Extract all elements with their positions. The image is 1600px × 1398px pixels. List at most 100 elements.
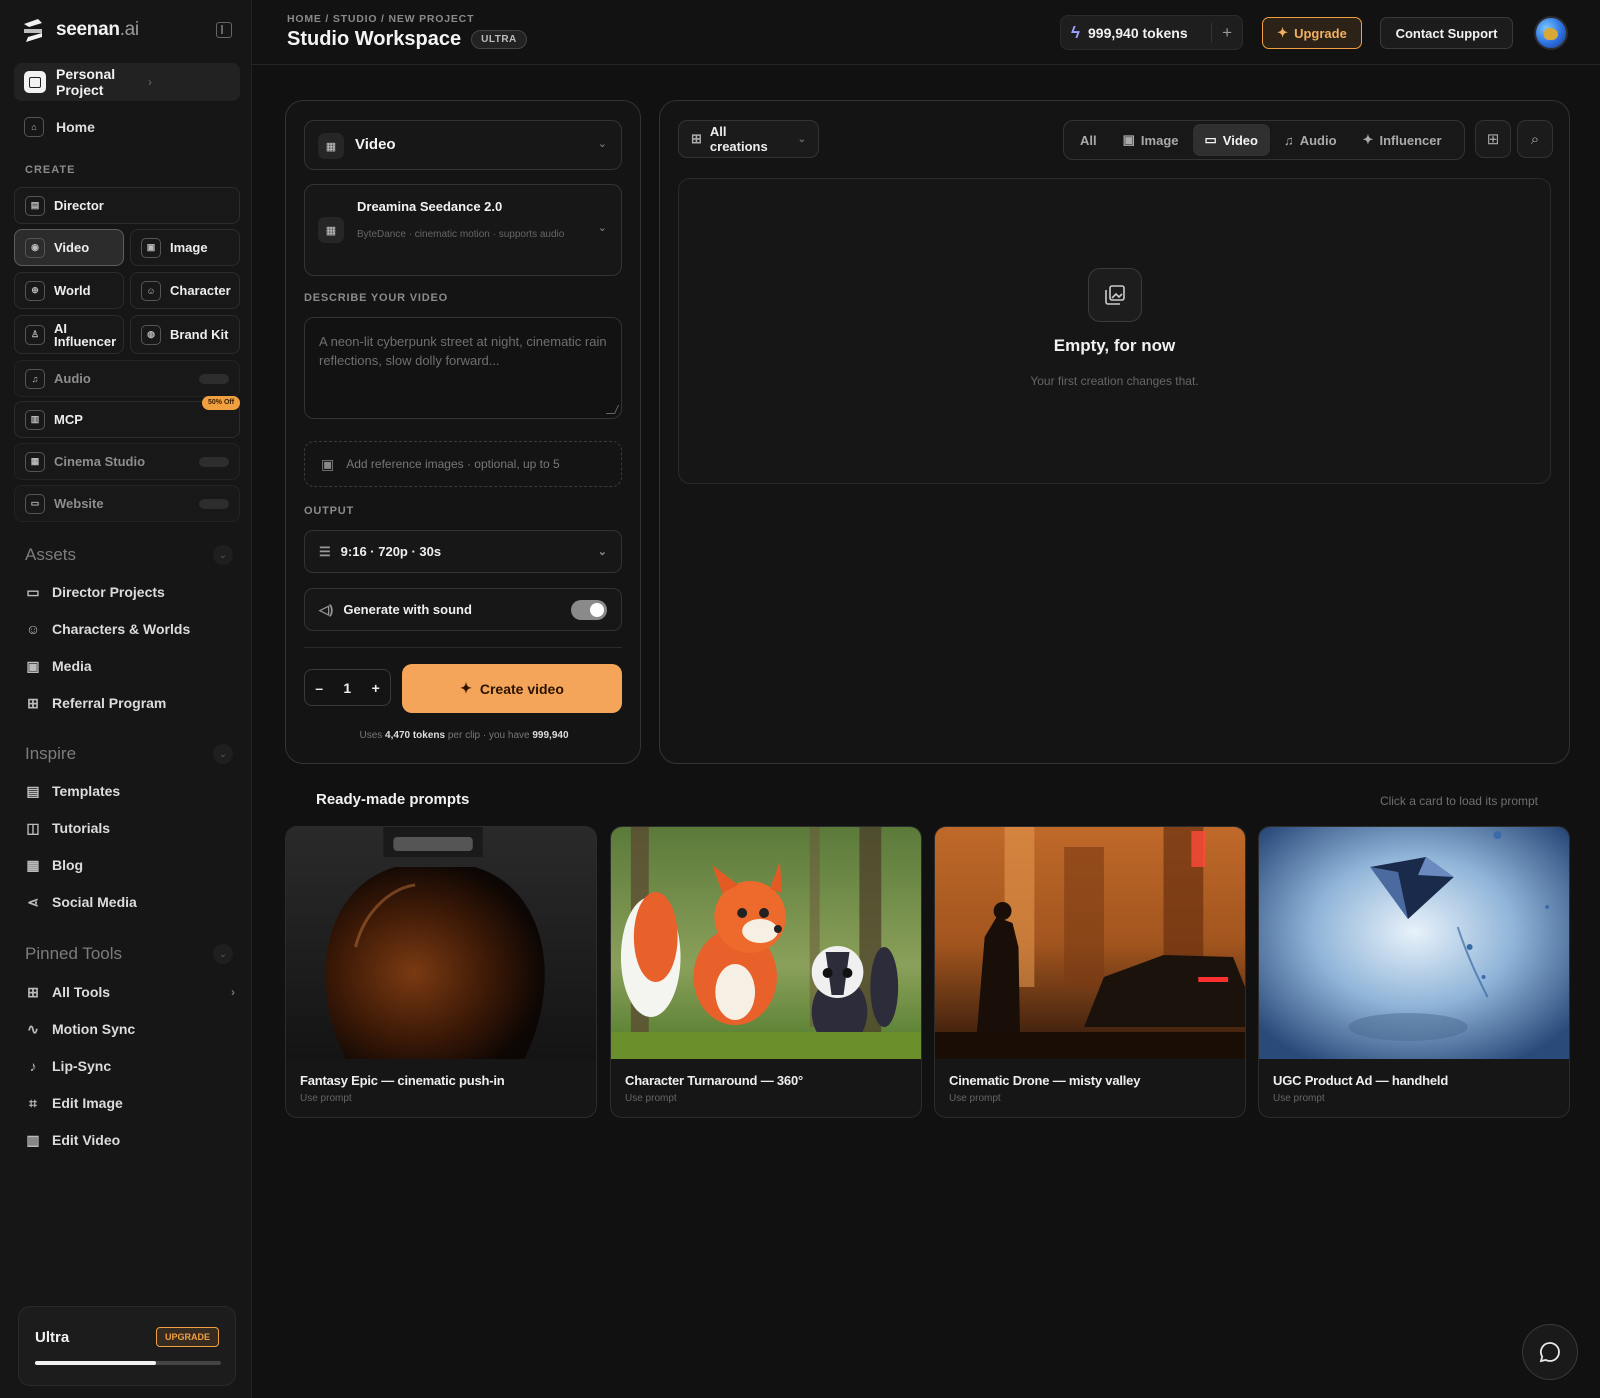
link-motion-sync-label: Motion Sync bbox=[52, 1021, 136, 1037]
output-settings-select[interactable]: ☰ 9:16 · 720p · 30s ⌄ bbox=[304, 530, 622, 573]
prompt-card[interactable]: Character Turnaround — 360° Use prompt bbox=[610, 826, 922, 1118]
upgrade-label: Upgrade bbox=[1294, 25, 1347, 41]
model-description: ByteDance · cinematic motion · supports … bbox=[357, 229, 565, 240]
chevron-down-icon: ⌄ bbox=[597, 546, 607, 558]
project-switcher[interactable]: Personal Project › bbox=[14, 63, 240, 101]
browser-icon: ▭ bbox=[25, 493, 45, 514]
sound-toggle[interactable] bbox=[571, 599, 607, 620]
server-icon: ▥ bbox=[25, 409, 45, 430]
link-director-projects[interactable]: ▭ Director Projects bbox=[25, 580, 235, 604]
pulse-icon: ∿ bbox=[27, 1020, 39, 1037]
empty-subtitle: Your first creation changes that. bbox=[1030, 374, 1199, 388]
tool-cinema-studio[interactable]: ▦ Cinema Studio bbox=[14, 443, 240, 480]
output-settings-value: 9:16 · 720p · 30s bbox=[340, 544, 442, 559]
collapse-sidebar-icon[interactable] bbox=[216, 22, 232, 38]
prompt-card-subtitle: Use prompt bbox=[949, 1093, 1001, 1104]
reference-images-label: Add reference images · optional, up to 5 bbox=[346, 457, 560, 471]
filter-all[interactable]: All bbox=[1068, 124, 1109, 156]
link-social-media[interactable]: ⋖ Social Media bbox=[25, 890, 235, 914]
token-balance[interactable]: ϟ 999,940 tokens + bbox=[1060, 15, 1243, 50]
link-blog[interactable]: ▦ Blog bbox=[25, 853, 235, 877]
link-templates[interactable]: ▤ Templates bbox=[25, 779, 235, 803]
divider bbox=[304, 647, 622, 648]
quantity-stepper: – 1 + bbox=[304, 669, 391, 706]
create-video-button[interactable]: ✦ Create video bbox=[402, 664, 622, 713]
filter-image[interactable]: ▣ Image bbox=[1111, 124, 1191, 156]
filter-audio[interactable]: ♫ Audio bbox=[1272, 124, 1349, 156]
generate-sound-row: ◁) Generate with sound bbox=[304, 588, 622, 631]
link-all-tools[interactable]: ⊞ All Tools › bbox=[25, 980, 235, 1004]
grid-icon: ⊞ bbox=[1486, 131, 1500, 148]
link-referral-program[interactable]: ⊞ Referral Program bbox=[25, 691, 235, 715]
project-name: Personal Project bbox=[56, 66, 116, 98]
tool-website-label: Website bbox=[54, 496, 104, 511]
tool-ai-influencer[interactable]: ♙ AI Influencer bbox=[14, 315, 124, 354]
discount-badge: 50% Off bbox=[202, 396, 241, 410]
chat-button[interactable] bbox=[1522, 1324, 1578, 1380]
assets-label: Assets bbox=[25, 545, 77, 564]
crop-icon: ⌗ bbox=[29, 1094, 37, 1111]
reference-images-dropzone[interactable]: ▣ Add reference images · optional, up to… bbox=[304, 441, 622, 487]
creations-dropdown[interactable]: ⊞ All creations ⌄ bbox=[678, 120, 819, 158]
inspire-group-header[interactable]: Inspire ⌄ bbox=[25, 744, 233, 764]
increment-button[interactable]: + bbox=[372, 680, 380, 696]
add-tokens-button[interactable]: + bbox=[1211, 22, 1232, 43]
filter-influencer[interactable]: ✦ Influencer bbox=[1351, 124, 1454, 156]
tool-image[interactable]: ▣ Image bbox=[130, 229, 240, 266]
grid-view-button[interactable]: ⊞ bbox=[1475, 120, 1511, 158]
home-icon: ⌂ bbox=[24, 117, 44, 137]
sparkle-icon: ✦ bbox=[460, 680, 472, 696]
decrement-button[interactable]: – bbox=[315, 680, 323, 696]
link-edit-video-label: Edit Video bbox=[52, 1132, 121, 1148]
contact-support-button[interactable]: Contact Support bbox=[1380, 17, 1513, 49]
filter-all-label: All bbox=[1080, 132, 1097, 148]
tool-video-label: Video bbox=[54, 240, 90, 255]
tool-director[interactable]: ▤ Director bbox=[14, 187, 240, 224]
prompt-card[interactable]: Fantasy Epic — cinematic push-in Use pro… bbox=[285, 826, 597, 1118]
link-motion-sync[interactable]: ∿ Motion Sync bbox=[25, 1017, 235, 1041]
plan-upgrade-button[interactable]: UPGRADE bbox=[155, 1327, 219, 1347]
tool-video[interactable]: ◉ Video bbox=[14, 229, 124, 266]
prompt-textarea[interactable]: A neon-lit cyberpunk street at night, ci… bbox=[304, 317, 622, 419]
model-select[interactable]: ▦ Dreamina Seedance 2.0 ByteDance · cine… bbox=[304, 184, 622, 276]
tool-brand-kit[interactable]: ◍ Brand Kit bbox=[130, 315, 240, 354]
assets-group-header[interactable]: Assets ⌄ bbox=[25, 545, 233, 565]
generate-sound-label: Generate with sound bbox=[343, 602, 472, 617]
avatar[interactable] bbox=[1534, 16, 1568, 50]
folder-icon bbox=[24, 71, 46, 93]
brand-name: seenan.ai bbox=[56, 19, 139, 40]
filter-audio-label: Audio bbox=[1299, 132, 1337, 148]
link-characters-worlds[interactable]: ☺ Characters & Worlds bbox=[25, 617, 235, 641]
empty-state: Empty, for now Your first creation chang… bbox=[678, 178, 1551, 484]
soon-badge bbox=[199, 456, 229, 467]
pinned-tools-group-header[interactable]: Pinned Tools ⌄ bbox=[25, 944, 233, 964]
nav-home-label: Home bbox=[56, 119, 95, 135]
clapperboard-icon: ▦ bbox=[25, 451, 45, 472]
music-note-icon: ♫ bbox=[25, 368, 45, 389]
breadcrumb[interactable]: HOME / STUDIO / NEW PROJECT bbox=[287, 13, 474, 25]
tool-website[interactable]: ▭ Website bbox=[14, 485, 240, 522]
search-button[interactable]: ⌕ bbox=[1517, 120, 1553, 158]
filter-video[interactable]: ▭ Video bbox=[1192, 124, 1270, 156]
prompt-card[interactable]: Cinematic Drone — misty valley Use promp… bbox=[934, 826, 1246, 1118]
plan-name: Ultra bbox=[35, 1329, 70, 1346]
link-edit-video[interactable]: ▥ Edit Video bbox=[25, 1128, 235, 1152]
prompt-card[interactable]: UGC Product Ad — handheld Use prompt bbox=[1258, 826, 1570, 1118]
brand-logo[interactable]: seenan.ai bbox=[20, 16, 139, 44]
plan-usage-bar bbox=[35, 1361, 221, 1365]
nav-home[interactable]: ⌂ Home bbox=[14, 111, 240, 143]
link-lip-sync[interactable]: ♪ Lip-Sync bbox=[25, 1054, 235, 1078]
tool-world[interactable]: ⊕ World bbox=[14, 272, 124, 309]
tool-audio-label: Audio bbox=[54, 371, 91, 386]
link-social-media-label: Social Media bbox=[52, 894, 137, 910]
gallery-icon bbox=[1088, 268, 1142, 322]
upgrade-button[interactable]: ✦ Upgrade bbox=[1262, 17, 1362, 49]
director-icon: ▤ bbox=[25, 195, 45, 216]
tool-audio[interactable]: ♫ Audio bbox=[14, 360, 240, 397]
link-media[interactable]: ▣ Media bbox=[25, 654, 235, 678]
tool-character[interactable]: ☺ Character bbox=[130, 272, 240, 309]
describe-label: DESCRIBE YOUR VIDEO bbox=[304, 292, 448, 304]
link-tutorials[interactable]: ◫ Tutorials bbox=[25, 816, 235, 840]
mode-select[interactable]: ▦ Video ⌄ bbox=[304, 120, 622, 170]
link-edit-image[interactable]: ⌗ Edit Image bbox=[25, 1091, 235, 1115]
